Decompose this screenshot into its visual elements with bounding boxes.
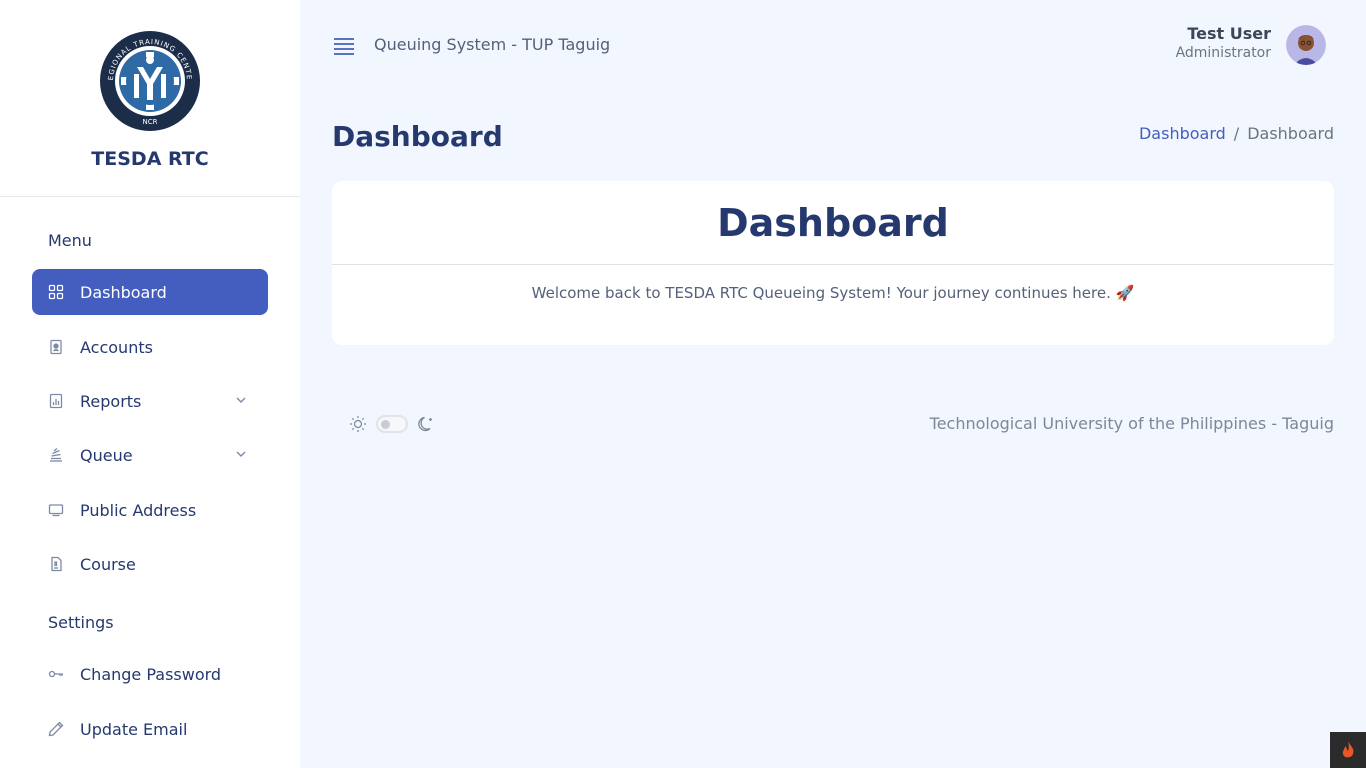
sidebar: REGIONAL TRAINING CENTER NCR TESDA RTC M… bbox=[0, 0, 300, 768]
dashboard-card: Dashboard Welcome back to TESDA RTC Queu… bbox=[332, 181, 1334, 345]
sidebar-item-label: Update Email bbox=[80, 719, 188, 739]
sidebar-item-reports[interactable]: Reports bbox=[32, 378, 268, 424]
sidebar-item-label: Public Address bbox=[80, 500, 197, 520]
theme-toggle bbox=[348, 414, 436, 434]
breadcrumb-current: Dashboard bbox=[1247, 124, 1334, 143]
brand-name: TESDA RTC bbox=[91, 148, 209, 170]
app-title: Queuing System - TUP Taguig bbox=[374, 35, 611, 54]
page-title: Dashboard bbox=[332, 120, 503, 153]
chevron-down-icon[interactable] bbox=[234, 393, 248, 407]
sidebar-logo-area: REGIONAL TRAINING CENTER NCR TESDA RTC bbox=[0, 0, 300, 197]
welcome-message: Welcome back to TESDA RTC Queueing Syste… bbox=[531, 284, 1135, 302]
flame-icon[interactable] bbox=[1330, 732, 1366, 768]
stack-icon bbox=[48, 447, 64, 463]
sidebar-item-label: Reports bbox=[80, 391, 142, 411]
sidebar-item-change-password[interactable]: Change Password bbox=[32, 651, 268, 697]
menu-section-title: Menu bbox=[48, 231, 92, 250]
key-icon bbox=[48, 666, 64, 682]
logo-region-text: NCR bbox=[143, 118, 158, 126]
sidebar-item-public-address[interactable]: Public Address bbox=[32, 487, 268, 533]
card-title: Dashboard bbox=[717, 200, 949, 245]
grid-icon bbox=[48, 284, 64, 300]
sidebar-item-accounts[interactable]: Accounts bbox=[32, 324, 268, 370]
sidebar-item-label: Course bbox=[80, 554, 136, 574]
file-icon bbox=[48, 556, 64, 572]
footer-text: Technological University of the Philippi… bbox=[929, 414, 1334, 433]
user-name[interactable]: Test User bbox=[1187, 24, 1271, 43]
moon-icon bbox=[418, 416, 432, 432]
breadcrumb-link-dashboard[interactable]: Dashboard bbox=[1139, 124, 1226, 143]
breadcrumb: Dashboard / Dashboard bbox=[1139, 124, 1334, 143]
sidebar-item-label: Change Password bbox=[80, 664, 222, 684]
sidebar-item-label: Accounts bbox=[80, 337, 153, 357]
pencil-icon bbox=[48, 721, 64, 737]
bar-chart-icon bbox=[48, 393, 64, 409]
sidebar-item-update-email[interactable]: Update Email bbox=[32, 706, 268, 752]
sidebar-item-dashboard[interactable]: Dashboard bbox=[32, 269, 268, 315]
sidebar-item-course[interactable]: Course bbox=[32, 541, 268, 587]
sidebar-item-label: Dashboard bbox=[80, 282, 167, 302]
sun-icon bbox=[350, 416, 366, 432]
tesda-logo[interactable]: REGIONAL TRAINING CENTER NCR bbox=[99, 30, 201, 132]
user-role: Administrator bbox=[1175, 45, 1271, 61]
card-header: Dashboard bbox=[332, 181, 1334, 265]
breadcrumb-separator: / bbox=[1233, 124, 1240, 143]
settings-section-title: Settings bbox=[48, 613, 114, 632]
chevron-down-icon[interactable] bbox=[234, 447, 248, 461]
menu-toggle-icon[interactable] bbox=[333, 36, 355, 56]
sidebar-item-queue[interactable]: Queue bbox=[32, 432, 268, 478]
avatar[interactable] bbox=[1286, 25, 1326, 65]
monitor-icon bbox=[48, 502, 64, 518]
dark-mode-switch[interactable] bbox=[376, 415, 408, 433]
id-badge-icon bbox=[48, 339, 64, 355]
sidebar-item-label: Queue bbox=[80, 445, 133, 465]
